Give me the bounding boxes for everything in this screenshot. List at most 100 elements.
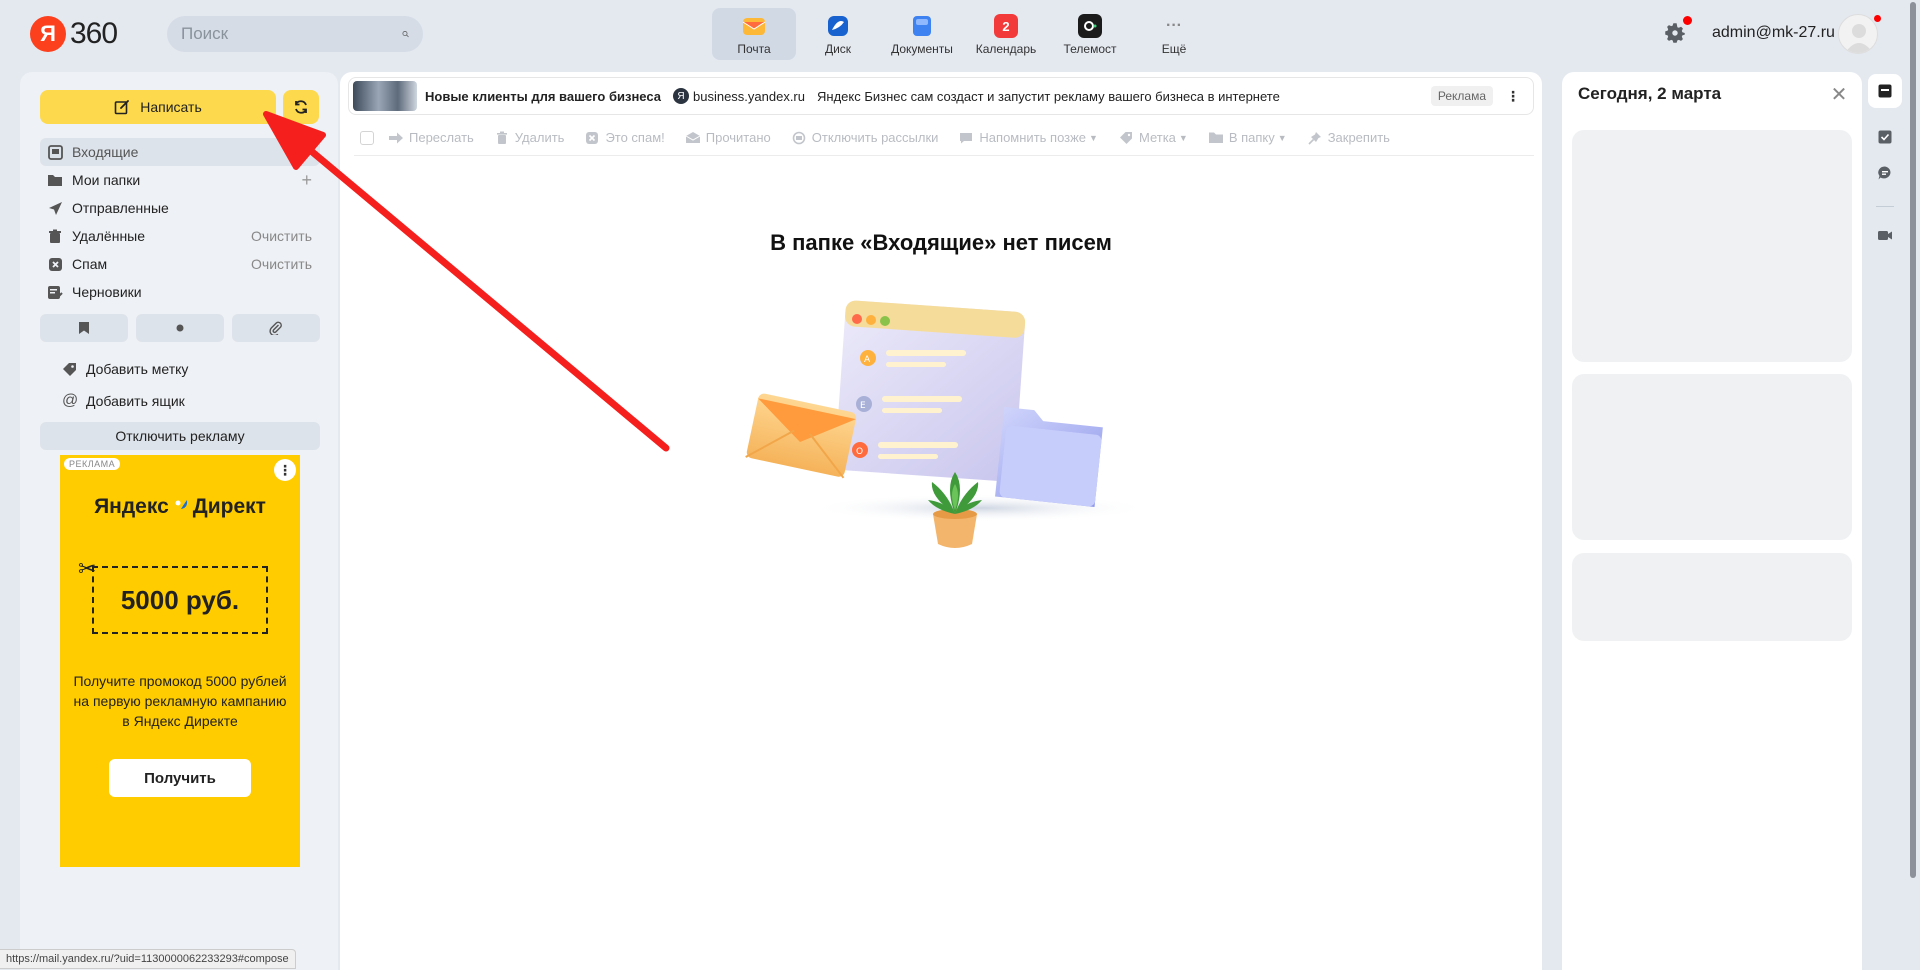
search-icon[interactable]: [402, 24, 409, 44]
toolbar-label: Прочитано: [705, 130, 771, 145]
more-icon: ···: [1166, 17, 1182, 34]
sent-icon: [46, 199, 64, 217]
ad-banner[interactable]: Новые клиенты для вашего бизнеса Я busin…: [348, 77, 1534, 115]
inbox-icon: [46, 143, 64, 161]
toolbar-label: Метка: [1138, 130, 1176, 145]
ad-brand: Яндекс Директ: [60, 495, 300, 519]
scrollbar-thumb[interactable]: [1910, 2, 1916, 878]
toolbar-label: Переслать: [409, 130, 474, 145]
folder-sent[interactable]: Отправленные: [40, 194, 320, 222]
direct-logo-icon: [174, 500, 187, 512]
clear-trash-button[interactable]: Очистить: [251, 228, 312, 244]
service-label: Почта: [737, 42, 771, 56]
label-icon: [1118, 130, 1134, 146]
direct-ad-card[interactable]: РЕКЛАМА ⋮ Яндекс Директ ✂ 5000 руб. Получ…: [60, 455, 300, 867]
top-header: Я 360 Почта Диск Документы 2: [0, 0, 1920, 68]
folder-label: Черновики: [72, 284, 142, 300]
toolbar-delete[interactable]: Удалить: [494, 130, 565, 146]
ad-brand-left: Яндекс: [94, 495, 169, 518]
add-mailbox-link[interactable]: @ Добавить ящик: [62, 390, 185, 412]
search-input[interactable]: [181, 24, 402, 44]
rail-today-button[interactable]: [1868, 74, 1902, 108]
toolbar-label: Это спам!: [605, 130, 665, 145]
toolbar-unsubscribe[interactable]: Отключить рассылки: [791, 130, 939, 146]
filter-important[interactable]: [40, 314, 128, 342]
add-folder-button[interactable]: +: [301, 170, 312, 191]
calendar-badge: 2: [1002, 18, 1010, 34]
toolbar-spam[interactable]: Это спам!: [584, 130, 665, 146]
ad-banner-menu-icon[interactable]: ⋮: [1505, 88, 1521, 105]
toolbar-label-menu[interactable]: Метка ▼: [1118, 130, 1188, 146]
refresh-icon: [295, 100, 307, 114]
drafts-icon: [46, 283, 64, 301]
today-icon: [1878, 84, 1892, 98]
ad-coupon: 5000 руб.: [92, 566, 268, 634]
toolbar-read[interactable]: Прочитано: [685, 130, 771, 146]
rail-video-button[interactable]: [1868, 218, 1902, 252]
user-email[interactable]: admin@mk-27.ru: [1712, 24, 1835, 42]
add-label-link[interactable]: Добавить метку: [62, 358, 188, 380]
trash-icon: [46, 227, 64, 245]
toolbar-pin[interactable]: Закрепить: [1307, 130, 1390, 146]
compose-pencil-icon: [114, 100, 130, 115]
checkbox-tasks-icon: [1878, 130, 1892, 144]
filter-attachments[interactable]: [232, 314, 320, 342]
services-bar: Почта Диск Документы 2 Календарь Телемос…: [712, 8, 1216, 62]
service-documents[interactable]: Документы: [880, 8, 964, 60]
rail-divider: [1876, 206, 1894, 207]
ad-menu-icon[interactable]: ⋮: [274, 459, 296, 481]
ad-banner-label: Реклама: [1430, 86, 1493, 106]
ad-banner-title: Новые клиенты для вашего бизнеса: [425, 88, 661, 104]
folder-label: Спам: [72, 256, 108, 272]
ad-cta-button[interactable]: Получить: [109, 759, 251, 797]
message-list-panel: Новые клиенты для вашего бизнеса Я busin…: [340, 72, 1542, 970]
chat-bubble-icon: [1878, 166, 1891, 180]
svg-text:А: А: [864, 355, 871, 365]
yandex-360-logo[interactable]: Я 360: [30, 16, 118, 52]
service-disk[interactable]: Диск: [796, 8, 880, 60]
service-calendar[interactable]: 2 Календарь: [964, 8, 1048, 60]
browser-status-url: https://mail.yandex.ru/?uid=113000006223…: [0, 949, 296, 969]
toolbar-move-folder[interactable]: В папку ▼: [1208, 130, 1287, 146]
left-sidebar: Написать Входящие Мои папки + Отправленн…: [20, 72, 338, 970]
ad-banner-domain: business.yandex.ru: [692, 88, 805, 104]
remind-icon: [958, 130, 974, 146]
refresh-button[interactable]: [283, 90, 319, 124]
video-camera-icon: [1878, 231, 1892, 240]
toolbar-remind[interactable]: Напомнить позже ▼: [958, 130, 1098, 146]
yandex-logo-icon: Я: [30, 16, 66, 52]
service-telemost[interactable]: Телемост: [1048, 8, 1132, 60]
disable-ads-button[interactable]: Отключить рекламу: [40, 422, 320, 450]
select-all-checkbox[interactable]: [360, 130, 374, 145]
chevron-down-icon: ▼: [1089, 132, 1098, 143]
filter-unread[interactable]: [136, 314, 224, 342]
folder-list: Входящие Мои папки + Отправленные Удалён…: [40, 138, 320, 306]
chevron-down-icon: ▼: [1178, 132, 1188, 143]
rail-chat-button[interactable]: [1868, 156, 1902, 190]
folder-spam[interactable]: Спам Очистить: [40, 250, 320, 278]
toolbar-label: Отключить рассылки: [811, 130, 939, 145]
search-box[interactable]: [167, 16, 423, 52]
compose-label: Написать: [140, 99, 202, 115]
today-panel: Сегодня, 2 марта ✕: [1562, 72, 1862, 970]
clear-spam-button[interactable]: Очистить: [251, 256, 312, 272]
close-icon[interactable]: ✕: [1830, 85, 1848, 105]
loading-skeleton-block: [1572, 130, 1852, 362]
service-mail[interactable]: Почта: [712, 8, 796, 60]
service-label: Ещё: [1161, 42, 1187, 56]
compose-button[interactable]: Написать: [40, 90, 276, 124]
calendar-icon: 2: [994, 14, 1018, 38]
folder-label: Удалённые: [72, 228, 146, 244]
folder-icon: [46, 171, 64, 189]
service-more[interactable]: ··· Ещё: [1132, 8, 1216, 60]
folder-my-folders[interactable]: Мои папки +: [40, 166, 320, 194]
unread-dot-icon: [176, 324, 184, 332]
rail-tasks-button[interactable]: [1868, 120, 1902, 154]
page-scrollbar[interactable]: [1908, 0, 1918, 970]
folder-inbox[interactable]: Входящие: [40, 138, 320, 166]
folder-drafts[interactable]: Черновики: [40, 278, 320, 306]
toolbar-forward[interactable]: Переслать: [388, 130, 474, 146]
avatar-notification-dot: [1872, 13, 1883, 24]
toolbar-label: Удалить: [514, 130, 565, 145]
folder-trash[interactable]: Удалённые Очистить: [40, 222, 320, 250]
